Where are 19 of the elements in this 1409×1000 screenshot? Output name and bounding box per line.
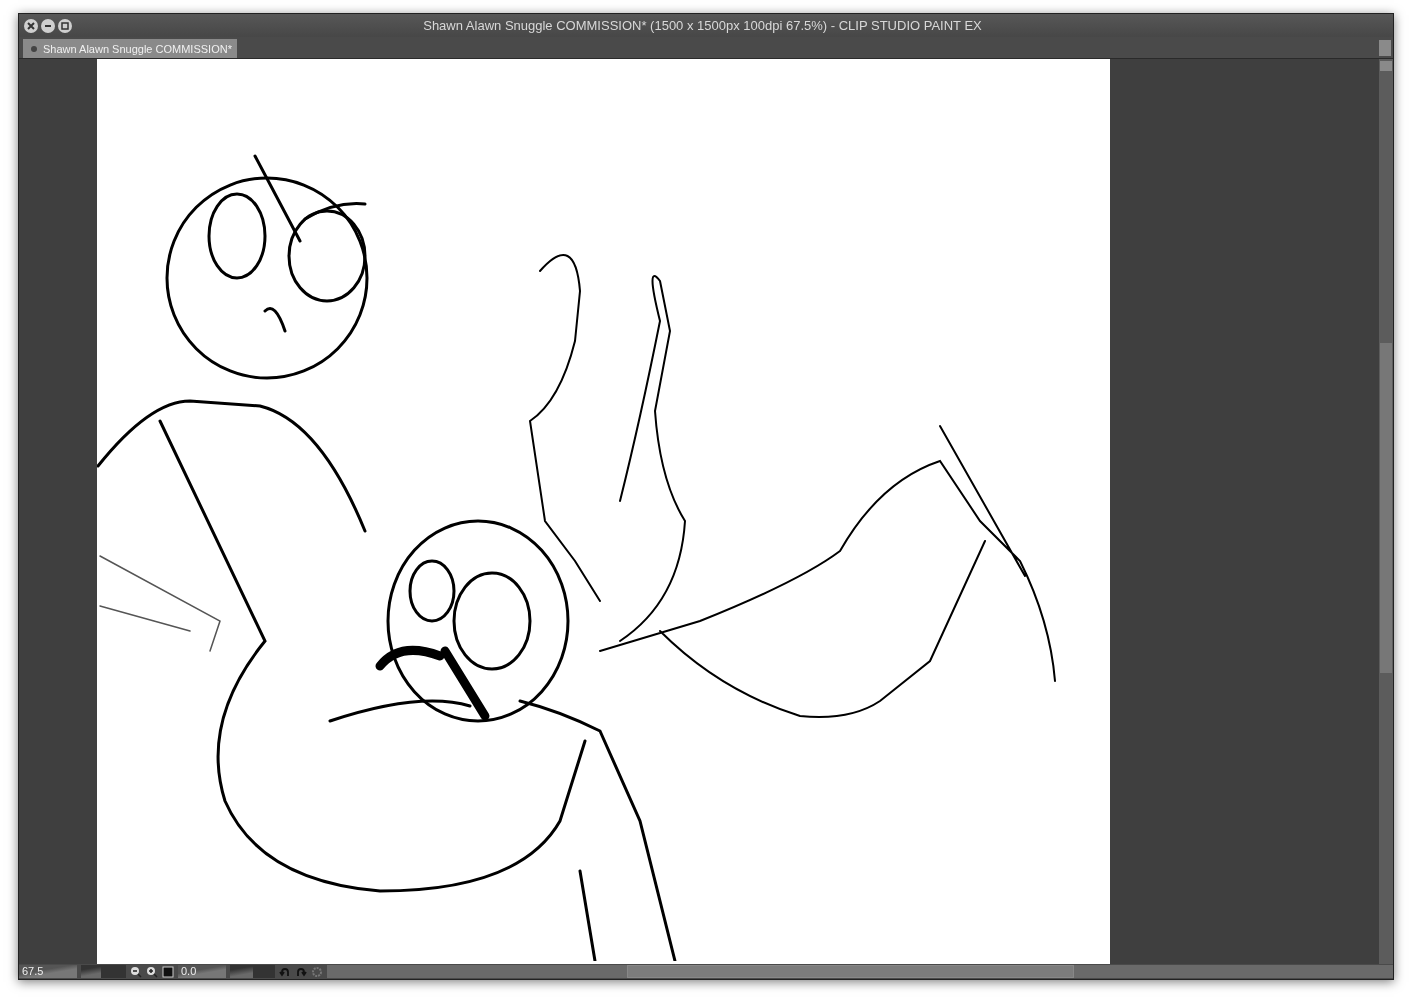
close-icon [27,21,35,30]
rotate-left-icon[interactable] [279,965,291,978]
maximize-button[interactable] [58,18,72,33]
vertical-scrollbar[interactable] [1379,59,1393,964]
gear-icon[interactable] [311,965,323,978]
minimize-button[interactable] [41,18,55,33]
close-button[interactable] [24,18,38,33]
window-title: Shawn Alawn Snuggle COMMISSION* (1500 x 1500px 100dpi 67.5%) - CLIP STUDIO PAINT EX [422,18,983,33]
zoom-field[interactable]: 67.5 [19,965,77,978]
fit-square-icon[interactable] [162,965,174,978]
zoom-slider[interactable] [81,965,102,978]
rotate-right-icon[interactable] [295,965,307,978]
zoom-out-icon[interactable] [130,965,142,978]
document-tab[interactable]: Shawn Alawn Snuggle COMMISSION* [23,39,237,58]
rotation-field[interactable]: 0.0 [178,965,226,978]
rotation-slider[interactable] [230,965,253,978]
maximize-icon [61,21,69,30]
zoom-in-icon[interactable] [146,965,158,978]
horizontal-scrollbar[interactable] [327,965,1393,978]
